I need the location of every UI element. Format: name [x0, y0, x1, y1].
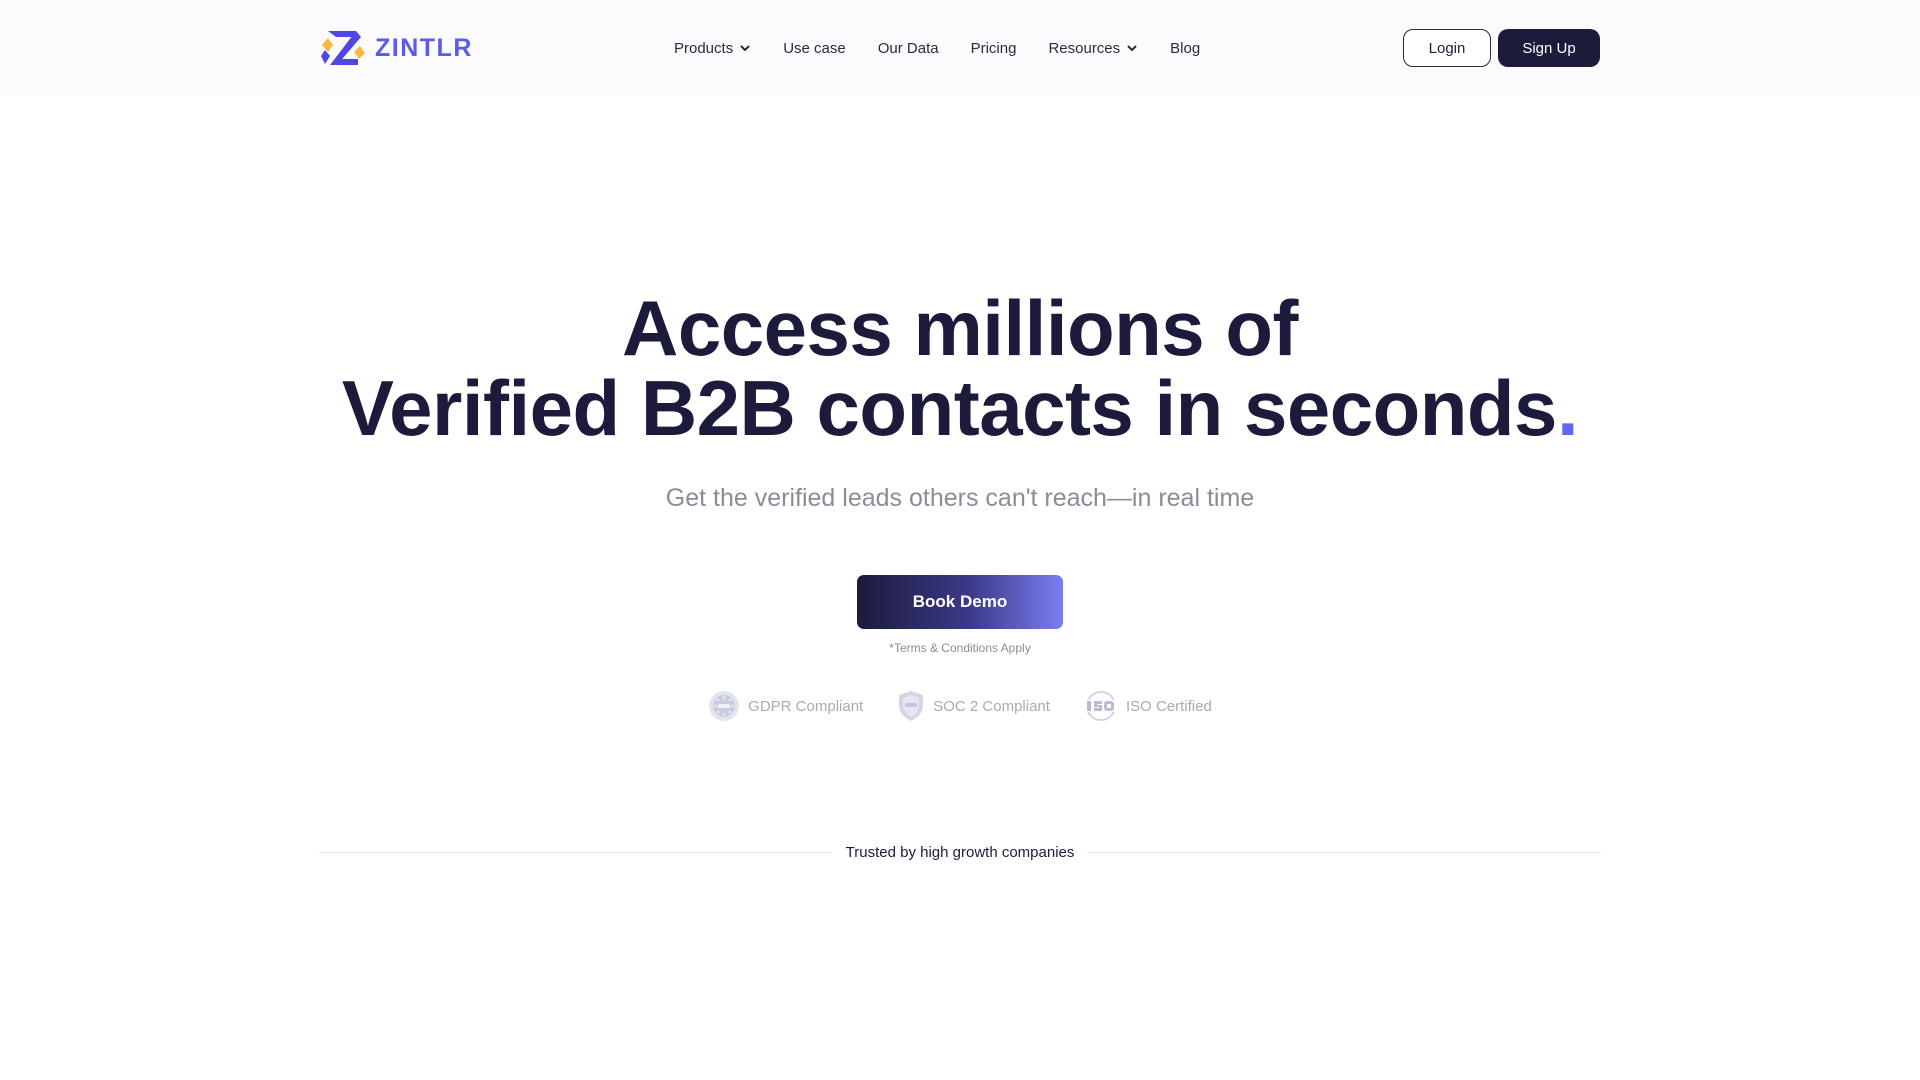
divider-line: [1088, 851, 1602, 853]
trusted-divider: Trusted by high growth companies: [319, 842, 1602, 862]
nav-item-label: Use case: [783, 39, 846, 57]
site-header: ZINTLR Products Use case Our Data Pricin…: [0, 0, 1920, 96]
badge-label: SOC 2 Compliant: [933, 697, 1050, 715]
badge-gdpr: GDPR Compliant: [708, 690, 863, 722]
nav-item-label: Blog: [1170, 39, 1201, 57]
badge-iso: ISO Certified: [1084, 690, 1212, 722]
brand-logo[interactable]: ZINTLR: [319, 26, 473, 70]
terms-link[interactable]: *Terms & Conditions Apply: [0, 641, 1920, 655]
nav-item-label: Resources: [1048, 39, 1121, 57]
hero-title: Access millions of Verified B2B contacts…: [0, 288, 1920, 448]
trusted-label: Trusted by high growth companies: [845, 843, 1075, 861]
soc2-shield-icon: [899, 691, 924, 721]
badge-label: GDPR Compliant: [748, 697, 864, 715]
iso-icon: [1084, 691, 1117, 721]
nav-item-blog[interactable]: Blog: [1170, 40, 1200, 57]
nav-item-use-case[interactable]: Use case: [783, 40, 846, 57]
hero-title-line-2: Verified B2B contacts in seconds.: [0, 368, 1920, 448]
badge-soc2: SOC 2 Compliant: [897, 690, 1050, 722]
brand-name: ZINTLR: [375, 33, 473, 62]
zintlr-logo-icon: [321, 31, 365, 65]
gdpr-icon: [709, 691, 740, 721]
nav-item-label: Pricing: [970, 39, 1017, 57]
hero-title-dot: .: [1556, 364, 1579, 452]
login-button[interactable]: Login: [1403, 29, 1491, 67]
divider-line: [319, 851, 832, 853]
compliance-badges: GDPR Compliant SOC 2 Compliant ISO Certi…: [0, 690, 1920, 722]
badge-label: ISO Certified: [1125, 697, 1212, 715]
chevron-down-icon: [740, 45, 750, 51]
hero-subtitle: Get the verified leads others can't reac…: [665, 484, 1255, 512]
nav-item-label: Products: [674, 39, 734, 57]
nav-item-pricing[interactable]: Pricing: [971, 40, 1017, 57]
nav-item-resources[interactable]: Resources: [1048, 40, 1138, 57]
main-nav: Products Use case Our Data Pricing Resou…: [674, 36, 1200, 60]
hero-title-line-1: Access millions of: [622, 284, 1298, 372]
nav-item-our-data[interactable]: Our Data: [878, 40, 939, 57]
nav-item-label: Our Data: [877, 39, 939, 57]
book-demo-button[interactable]: Book Demo: [857, 575, 1063, 629]
hero-title-line-2-text: Verified B2B contacts in seconds: [341, 364, 1558, 452]
chevron-down-icon: [1127, 45, 1137, 51]
nav-item-products[interactable]: Products: [674, 40, 751, 57]
signup-button[interactable]: Sign Up: [1498, 29, 1600, 67]
